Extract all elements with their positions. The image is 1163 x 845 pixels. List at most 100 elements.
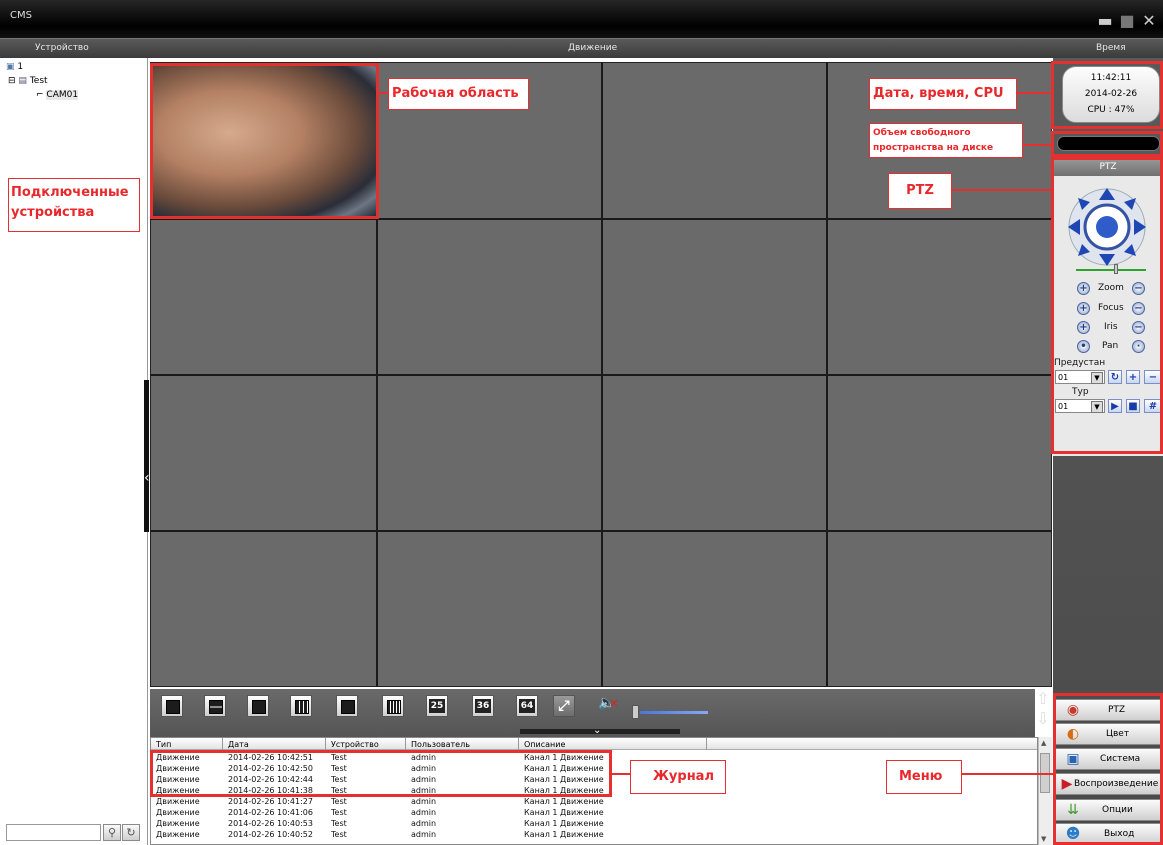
annotation-devices-label: Подключенные устройства [8, 178, 140, 232]
layout-4-button[interactable] [204, 695, 226, 717]
table-cell: Движение [156, 797, 200, 806]
col-user[interactable]: Пользователь [411, 740, 470, 749]
layout-6-icon [252, 700, 266, 714]
table-cell: Test [331, 797, 347, 806]
window-title: CMS [10, 10, 32, 21]
tree-group[interactable]: ⊟ ▤ Test [8, 76, 48, 86]
speaker-muted-icon[interactable]: 🔈✕ [598, 695, 619, 711]
layout-9-icon [295, 700, 309, 714]
layout-64-button[interactable]: 64 [516, 695, 538, 717]
table-cell: Движение [156, 808, 200, 817]
annotation-connector [1022, 144, 1052, 146]
grid-divider [150, 374, 1052, 376]
chevron-down-icon[interactable]: ⌄ [593, 725, 601, 736]
scroll-down-icon[interactable]: ▼ [1041, 835, 1046, 843]
layout-9-button[interactable] [290, 695, 312, 717]
layout-16-button[interactable] [382, 695, 404, 717]
table-cell: Test [331, 808, 347, 817]
annotation-connector [612, 773, 630, 775]
tree-group-label: Test [29, 76, 48, 86]
col-divider[interactable] [405, 738, 406, 750]
layout-4-icon [209, 700, 223, 714]
folder-icon: ▣ [6, 62, 15, 72]
layout-16-icon [387, 700, 401, 714]
header-motion: Движение [568, 43, 618, 53]
col-divider[interactable] [706, 738, 707, 750]
log-header [151, 738, 1037, 750]
title-bar [0, 0, 1163, 38]
fullscreen-icon[interactable]: ⤢ [553, 695, 575, 717]
layout-25-label: 25 [428, 699, 446, 713]
header-time: Время [1096, 43, 1126, 53]
annotation-log-label: Журнал [630, 760, 726, 794]
annotation-menu-label: Меню [886, 760, 962, 794]
volume-slider[interactable] [640, 711, 708, 714]
table-cell: admin [411, 808, 437, 817]
table-cell: 2014-02-26 10:40:53 [228, 819, 313, 828]
close-icon[interactable]: ✕ [1138, 13, 1160, 29]
maximize-icon[interactable]: ■ [1116, 13, 1138, 29]
layout-25-button[interactable]: 25 [426, 695, 448, 717]
col-device[interactable]: Устройство [331, 740, 379, 749]
layout-1-button[interactable] [161, 695, 183, 717]
annotation-disk-box [1051, 131, 1163, 157]
arrow-up-icon[interactable]: ⇧ [1032, 689, 1054, 709]
table-cell: admin [411, 797, 437, 806]
arrow-down-icon[interactable]: ⇩ [1032, 709, 1054, 729]
annotation-menu-box [1053, 693, 1163, 845]
layout-36-label: 36 [474, 699, 492, 713]
annotation-workspace-label: Рабочая область [388, 78, 529, 110]
collapse-icon: ⊟ [8, 76, 16, 86]
minimize-icon[interactable]: ▬ [1094, 13, 1116, 29]
device-tree-panel [0, 58, 148, 845]
tree-camera[interactable]: ⌐ CAM01 [36, 90, 79, 100]
table-cell: admin [411, 830, 437, 839]
table-cell: Канал 1 Движение [524, 808, 604, 817]
search-icon[interactable]: ⚲ [103, 824, 121, 841]
col-divider[interactable] [518, 738, 519, 750]
table-cell: 2014-02-26 10:41:27 [228, 797, 313, 806]
table-cell: Канал 1 Движение [524, 797, 604, 806]
col-type[interactable]: Тип [156, 740, 171, 749]
table-cell: admin [411, 819, 437, 828]
annotation-workspace-box [150, 63, 379, 219]
col-date[interactable]: Дата [228, 740, 249, 749]
layout-6-button[interactable] [247, 695, 269, 717]
server-icon: ▤ [18, 76, 27, 86]
tree-root[interactable]: ▣ 1 [6, 62, 23, 72]
refresh-icon[interactable]: ↻ [122, 824, 140, 841]
table-cell: Test [331, 830, 347, 839]
header-device: Устройство [35, 43, 89, 53]
camera-icon: ⌐ [36, 90, 44, 100]
grid-divider [150, 530, 1052, 532]
table-cell: Движение [156, 819, 200, 828]
col-description[interactable]: Описание [524, 740, 565, 749]
layout-10-button[interactable] [336, 695, 358, 717]
tree-camera-label: CAM01 [46, 90, 79, 100]
volume-knob[interactable] [632, 705, 639, 719]
col-divider[interactable] [222, 738, 223, 750]
annotation-disk-label: Объем свободного пространства на диске [869, 123, 1023, 158]
collapse-left-icon[interactable]: ‹ [144, 470, 150, 486]
annotation-connector [951, 189, 1051, 191]
table-cell: Канал 1 Движение [524, 830, 604, 839]
table-cell: Test [331, 819, 347, 828]
annotation-log-box [150, 750, 612, 797]
table-cell: Движение [156, 830, 200, 839]
table-cell: 2014-02-26 10:40:52 [228, 830, 313, 839]
scroll-up-icon[interactable]: ▲ [1041, 739, 1046, 747]
annotation-datetime-box [1051, 61, 1163, 129]
table-cell: Канал 1 Движение [524, 819, 604, 828]
toolbar-scroll[interactable]: ⇧ ⇩ [1032, 689, 1054, 731]
layout-10-icon [341, 700, 355, 714]
annotation-connector [1016, 92, 1050, 94]
tree-root-label: 1 [17, 62, 24, 72]
search-input[interactable] [6, 824, 101, 841]
annotation-connector [961, 773, 1054, 775]
col-divider[interactable] [325, 738, 326, 750]
annotation-datetime-label: Дата, время, CPU [869, 78, 1017, 110]
layout-64-label: 64 [518, 699, 536, 713]
table-cell: 2014-02-26 10:41:06 [228, 808, 313, 817]
layout-36-button[interactable]: 36 [472, 695, 494, 717]
panel-splitter[interactable] [144, 380, 149, 532]
